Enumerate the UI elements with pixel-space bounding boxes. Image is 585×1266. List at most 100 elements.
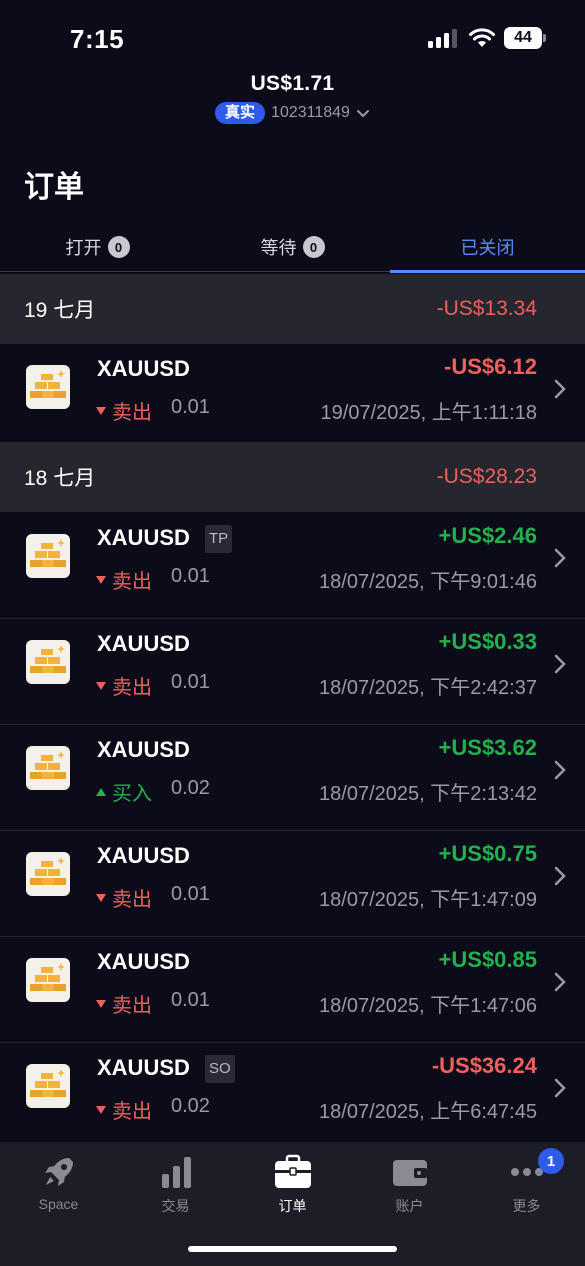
take-profit-tag: TP (205, 525, 233, 553)
tab-open-label: 打开 (65, 238, 102, 258)
order-time: 18/07/2025, 下午9:01:46 (319, 571, 537, 593)
order-volume: 0.01 (171, 396, 210, 418)
tab-pending-label: 等待 (260, 238, 297, 258)
nav-orders[interactable]: 订单 (234, 1142, 351, 1222)
order-side: 卖出 (96, 565, 152, 594)
order-row[interactable]: XAUUSD SO -US$36.24 卖出 0.02 18/07/2025, … (0, 1043, 585, 1149)
order-time: 18/07/2025, 下午2:13:42 (319, 783, 537, 805)
order-row[interactable]: XAUUSD +US$0.85 卖出 0.01 18/07/2025, 下午1:… (0, 937, 585, 1043)
nav-orders-label: 订单 (278, 1198, 307, 1214)
order-symbol: XAUUSD (97, 737, 190, 762)
order-tabs: 打开 0 等待 0 已关闭 (0, 222, 585, 273)
order-pnl: +US$3.62 (438, 735, 537, 760)
nav-more[interactable]: 更多 1 (468, 1142, 585, 1222)
gold-bars-icon (26, 534, 70, 578)
day-header: 19 七月 -US$13.34 (0, 274, 585, 344)
order-side-label: 卖出 (112, 402, 152, 424)
day-total: -US$13.34 (436, 297, 537, 320)
sell-arrow-icon (96, 893, 106, 902)
nav-space-label: Space (38, 1196, 79, 1212)
account-type-badge: 真实 (215, 102, 266, 124)
nav-account-label: 账户 (395, 1198, 424, 1214)
order-symbol: XAUUSD (97, 1055, 190, 1080)
day-total: -US$28.23 (436, 465, 537, 488)
rocket-icon (44, 1158, 73, 1186)
order-side: 卖出 (96, 883, 152, 912)
sell-arrow-icon (96, 999, 106, 1008)
chevron-down-icon[interactable] (356, 106, 370, 120)
order-time: 18/07/2025, 下午1:47:09 (319, 889, 537, 911)
order-pnl: +US$0.75 (438, 841, 537, 866)
order-side: 卖出 (96, 671, 152, 700)
gold-bars-icon (26, 640, 70, 684)
tab-closed-label: 已关闭 (460, 238, 515, 258)
gold-bars-icon (26, 746, 70, 790)
battery-indicator: 44 (504, 27, 542, 49)
chevron-right-icon (554, 654, 566, 674)
nav-trade[interactable]: 交易 (117, 1142, 234, 1222)
order-volume: 0.01 (171, 883, 210, 905)
order-symbol: XAUUSD (97, 631, 190, 656)
wallet-icon (392, 1160, 427, 1186)
tab-open-count: 0 (107, 236, 130, 258)
chevron-right-icon (554, 379, 566, 399)
order-side-label: 买入 (112, 783, 152, 805)
chevron-right-icon (554, 1078, 566, 1098)
order-volume: 0.01 (171, 671, 210, 693)
day-date: 19 七月 (24, 299, 96, 322)
tab-closed[interactable]: 已关闭 (390, 222, 585, 273)
sell-arrow-icon (96, 681, 106, 690)
order-symbol: XAUUSD (97, 356, 190, 381)
order-symbol: XAUUSD (97, 843, 190, 868)
chevron-right-icon (554, 972, 566, 992)
order-row[interactable]: XAUUSD +US$0.75 卖出 0.01 18/07/2025, 下午1:… (0, 831, 585, 937)
nav-account[interactable]: 账户 (351, 1142, 468, 1222)
order-side-label: 卖出 (112, 1101, 152, 1123)
cellular-signal-icon (428, 29, 458, 48)
nav-space[interactable]: Space (0, 1142, 117, 1222)
bar-chart-icon (161, 1157, 191, 1188)
account-selector[interactable]: 真实 102311849 (0, 102, 585, 124)
order-pnl: +US$0.85 (438, 947, 537, 972)
order-pnl: -US$6.12 (444, 354, 537, 379)
buy-arrow-icon (96, 787, 106, 796)
order-row[interactable]: XAUUSD +US$0.33 卖出 0.01 18/07/2025, 下午2:… (0, 619, 585, 725)
chevron-right-icon (554, 866, 566, 886)
account-number: 102311849 (271, 104, 350, 121)
order-side: 卖出 (96, 1095, 152, 1124)
page-title: 订单 (24, 171, 84, 204)
order-pnl: +US$0.33 (438, 629, 537, 654)
order-side: 买入 (96, 777, 152, 806)
status-bar: 7:15 44 (0, 0, 585, 80)
order-pnl: -US$36.24 (431, 1053, 537, 1078)
home-indicator[interactable] (188, 1246, 397, 1252)
order-time: 18/07/2025, 下午2:42:37 (319, 677, 537, 699)
tab-pending-count: 0 (302, 236, 325, 258)
order-side: 卖出 (96, 396, 152, 425)
order-time: 18/07/2025, 下午1:47:06 (319, 995, 537, 1017)
order-volume: 0.02 (171, 777, 210, 799)
briefcase-icon (274, 1154, 311, 1188)
battery-tip (543, 34, 546, 42)
tab-open[interactable]: 打开 0 (0, 222, 195, 272)
sell-arrow-icon (96, 575, 106, 584)
order-symbol: XAUUSD (97, 949, 190, 974)
tab-pending[interactable]: 等待 0 (195, 222, 390, 272)
order-side-label: 卖出 (112, 571, 152, 593)
gold-bars-icon (26, 852, 70, 896)
order-row[interactable]: XAUUSD +US$3.62 买入 0.02 18/07/2025, 下午2:… (0, 725, 585, 831)
gold-bars-icon (26, 958, 70, 1002)
account-header[interactable]: US$1.71 真实 102311849 (0, 72, 585, 124)
order-volume: 0.01 (171, 565, 210, 587)
chevron-right-icon (554, 548, 566, 568)
day-date: 18 七月 (24, 467, 96, 490)
day-header: 18 七月 -US$28.23 (0, 442, 585, 512)
sell-arrow-icon (96, 406, 106, 415)
notification-badge: 1 (538, 1148, 564, 1174)
order-row[interactable]: XAUUSD -US$6.12 卖出 0.01 19/07/2025, 上午1:… (0, 344, 585, 450)
order-row[interactable]: XAUUSD TP +US$2.46 卖出 0.01 18/07/2025, 下… (0, 513, 585, 619)
nav-more-label: 更多 (512, 1198, 541, 1214)
gold-bars-icon (26, 1064, 70, 1108)
nav-trade-label: 交易 (161, 1198, 190, 1214)
wifi-icon (469, 28, 495, 47)
